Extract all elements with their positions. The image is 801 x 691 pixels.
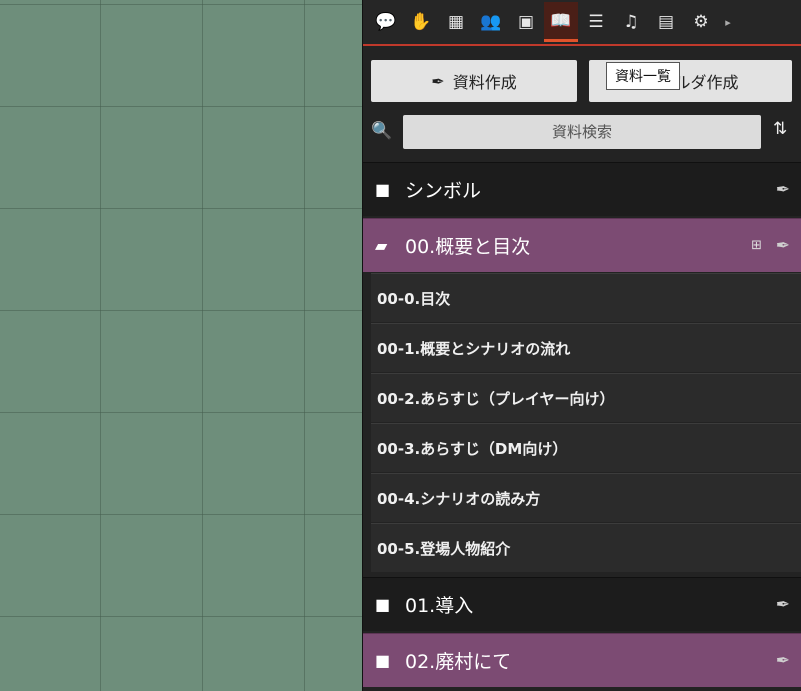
id-card-icon[interactable]: ▤ <box>649 2 683 42</box>
map-icon[interactable]: ▦ <box>439 2 473 42</box>
folder-icon: ■ <box>375 180 391 199</box>
folder-open-icon: ▰ <box>375 236 388 255</box>
sort-icon[interactable]: ⇅ <box>773 119 787 139</box>
feather-icon: ✒ <box>431 71 445 91</box>
hand-icon[interactable]: ✋ <box>404 2 438 42</box>
create-button-row: ✒ 資料作成 フォルダ作成 <box>371 60 801 102</box>
chevron-right-icon[interactable]: ▸ <box>719 2 737 42</box>
folder-symbol[interactable]: ■ シンボル ✒ <box>363 162 801 216</box>
feather-icon[interactable]: ✒ <box>776 180 790 200</box>
folder-label: 01.導入 <box>405 595 474 617</box>
list-item[interactable]: 00-3.あらすじ（DM向け） <box>371 423 801 472</box>
folder-label: 00.概要と目次 <box>405 236 531 258</box>
folder-icon: ■ <box>375 595 391 614</box>
folder-label: シンボル <box>405 180 482 202</box>
list-item[interactable]: 00-0.目次 <box>371 273 801 322</box>
settings-icon[interactable]: ⚙ <box>684 2 718 42</box>
search-input[interactable] <box>403 115 761 149</box>
folder-01[interactable]: ■ 01.導入 ✒ <box>363 577 801 631</box>
list-item[interactable]: 00-4.シナリオの読み方 <box>371 473 801 522</box>
folder-00[interactable]: ▰ 00.概要と目次 ⊞ ✒ <box>363 218 801 272</box>
toolbar: 💬 ✋ ▦ 👥 ▣ 📖 ☰ ♫ ▤ ⚙ ▸ <box>363 0 801 46</box>
list-item[interactable]: 00-5.登場人物紹介 <box>371 523 801 572</box>
folder-02[interactable]: ■ 02.廃村にて ✒ <box>363 633 801 687</box>
feather-icon[interactable]: ✒ <box>776 236 790 256</box>
music-icon[interactable]: ♫ <box>614 2 648 42</box>
folder-label: 02.廃村にて <box>405 651 512 673</box>
feather-icon[interactable]: ✒ <box>776 595 790 615</box>
briefcase-icon[interactable]: ▣ <box>509 2 543 42</box>
users-icon[interactable]: 👥 <box>474 2 508 42</box>
list-item[interactable]: 00-2.あらすじ（プレイヤー向け） <box>371 373 801 422</box>
search-icon: 🔍 <box>371 121 393 141</box>
create-document-button[interactable]: ✒ 資料作成 <box>371 60 577 102</box>
search-row: 🔍 ⇅ <box>363 113 801 153</box>
add-folder-icon[interactable]: ⊞ <box>751 238 762 253</box>
tooltip: 資料一覧 <box>606 62 680 90</box>
list-item[interactable]: 00-1.概要とシナリオの流れ <box>371 323 801 372</box>
document-panel: 💬 ✋ ▦ 👥 ▣ 📖 ☰ ♫ ▤ ⚙ ▸ ✒ 資料作成 フォルダ作成 資料一覧… <box>362 0 801 691</box>
create-document-label: 資料作成 <box>452 73 517 92</box>
book-icon[interactable]: 📖 <box>544 2 578 42</box>
chat-icon[interactable]: 💬 <box>369 2 403 42</box>
feather-icon[interactable]: ✒ <box>776 651 790 671</box>
folder-icon: ■ <box>375 651 391 670</box>
list-icon[interactable]: ☰ <box>579 2 613 42</box>
